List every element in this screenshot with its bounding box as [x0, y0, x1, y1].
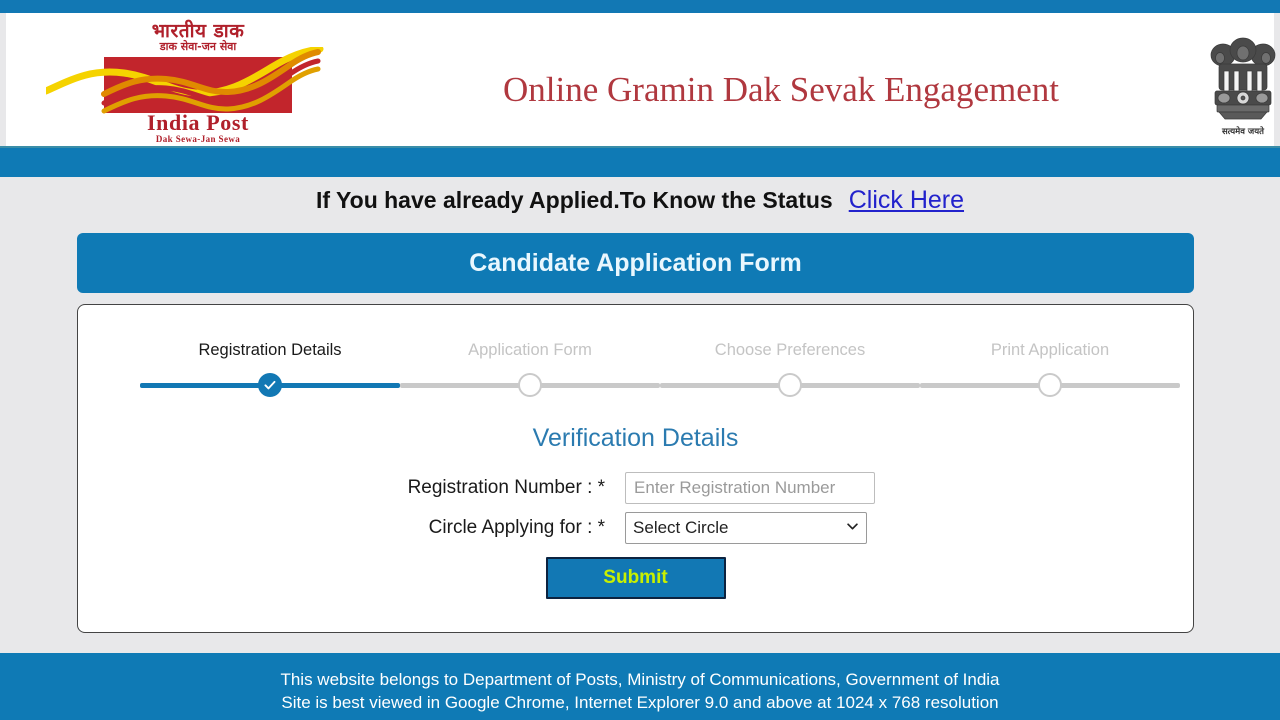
registration-number-input[interactable]: [625, 472, 876, 504]
step-print-application[interactable]: Print Application: [920, 339, 1180, 401]
step-label: Print Application: [990, 341, 1110, 359]
step-label: Application Form: [468, 341, 592, 359]
step-application-form[interactable]: Application Form: [400, 339, 660, 401]
registration-number-label: Registration Number : *: [407, 477, 606, 498]
circle-applying-label: Circle Applying for : *: [428, 517, 606, 538]
check-status-link[interactable]: Click Here: [849, 186, 964, 214]
nav-band: [0, 146, 1280, 177]
circle-select-wrapper: Select Circle: [625, 512, 868, 544]
chevron-down-icon: [847, 523, 858, 530]
page-root: भारतीय डाक डाक सेवा-जन सेवा India Post D…: [0, 0, 1280, 720]
status-banner: If You have already Applied.To Know the …: [0, 186, 1280, 222]
site-footer: This website belongs to Department of Po…: [0, 653, 1280, 720]
logo-hindi-primary: भारतीय डाक: [151, 20, 245, 42]
india-post-logo[interactable]: भारतीय डाक डाक सेवा-जन सेवा India Post D…: [46, 21, 346, 146]
step-dot-pending[interactable]: [778, 373, 802, 397]
status-banner-message: If You have already Applied.To Know the …: [315, 187, 833, 213]
step-dot-completed[interactable]: [258, 373, 282, 397]
ashoka-emblem-icon: [1210, 37, 1276, 120]
section-title: Verification Details: [532, 424, 739, 452]
step-registration-details[interactable]: Registration Details: [140, 339, 400, 401]
page-title: Online Gramin Dak Sevak Engagement: [503, 70, 1059, 109]
form-header-title: Candidate Application Form: [469, 248, 802, 277]
step-label: Choose Preferences: [714, 341, 866, 359]
site-masthead: भारतीय डाक डाक सेवा-जन सेवा India Post D…: [0, 13, 1280, 146]
application-form-card: Registration Details Application Form Ch…: [77, 304, 1194, 633]
logo-name: India Post: [147, 110, 249, 135]
step-dot-pending[interactable]: [1038, 373, 1062, 397]
submit-button[interactable]: Submit: [545, 557, 726, 599]
step-label: Registration Details: [198, 341, 342, 359]
circle-applying-control: Select Circle: [625, 512, 1193, 544]
step-dot-pending[interactable]: [518, 373, 542, 397]
logo-hindi-secondary: डाक सेवा-जन सेवा: [159, 40, 237, 53]
circle-select[interactable]: Select Circle: [625, 512, 868, 544]
emblem-motto: सत्यमेव जयते: [1222, 127, 1264, 137]
registration-number-control: [625, 472, 1193, 504]
top-accent-strip: [0, 0, 1280, 13]
footer-line-1: This website belongs to Department of Po…: [280, 670, 1000, 689]
form-header-bar: Candidate Application Form: [77, 233, 1194, 293]
step-choose-preferences[interactable]: Choose Preferences: [660, 339, 920, 401]
field-row-registration-number: Registration Number : *: [78, 471, 1193, 505]
check-icon: [264, 380, 276, 390]
footer-line-2: Site is best viewed in Google Chrome, In…: [281, 693, 999, 712]
national-emblem: सत्यमेव जयते: [1205, 29, 1280, 147]
field-row-circle: Circle Applying for : * Select Circle: [78, 511, 1193, 545]
logo-tagline: Dak Sewa-Jan Sewa: [155, 134, 241, 144]
progress-stepper: Registration Details Application Form Ch…: [140, 339, 1180, 401]
